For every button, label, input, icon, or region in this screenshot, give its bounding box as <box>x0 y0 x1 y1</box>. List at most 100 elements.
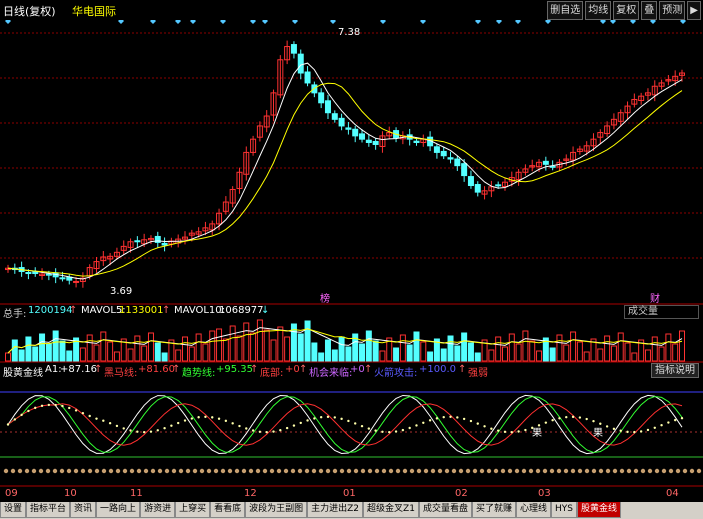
expand-icon[interactable]: ▶ <box>687 1 701 20</box>
bottom-signal-dot <box>619 468 625 474</box>
dotted-line-point <box>578 416 582 419</box>
remove-watchlist-button[interactable]: 删自选 <box>547 1 584 20</box>
volume-bar <box>154 342 161 362</box>
tab-golden-cross-z1[interactable]: 超级金叉Z1 <box>363 502 419 518</box>
volume-header: 总手: 1200194 ↑ MAVOL5: 1133001 ↑ MAVOL10:… <box>0 304 703 320</box>
volume-bar <box>665 333 672 362</box>
tab-golden-line[interactable]: 股黄金线 <box>576 502 621 518</box>
moving-average-button[interactable]: 均线 <box>585 1 612 20</box>
dotted-line-point <box>612 427 616 431</box>
dotted-line-point <box>47 403 51 407</box>
dotted-line-point <box>544 421 548 424</box>
dotted-line-point <box>483 425 486 428</box>
dotted-line-point <box>592 419 595 423</box>
dotted-line-point <box>673 418 677 422</box>
bottom-signal-dot <box>584 468 590 474</box>
tab-psychology-line[interactable]: 心理线 <box>515 502 551 518</box>
bottom-signal-dot <box>52 468 58 474</box>
attack-value: +100.0 <box>419 364 457 375</box>
bottom-signal-dot <box>493 468 499 474</box>
event-diamond-icon <box>150 20 156 24</box>
event-diamond-icon <box>610 20 616 24</box>
tab-hys[interactable]: HYS <box>550 502 577 518</box>
bottom-signal-dot <box>318 468 324 474</box>
bottom-signal-dot <box>115 468 121 474</box>
dotted-line-point <box>633 430 636 434</box>
up-arrow-icon: ↑ <box>458 364 467 375</box>
volume-bar <box>406 344 413 362</box>
bottom-signal-dot <box>45 468 51 474</box>
tab-see-bottom[interactable]: 看看底 <box>210 502 246 518</box>
volume-bar <box>311 342 318 362</box>
dotted-line-point <box>115 424 119 428</box>
indicator-name: 股黄金线 <box>3 368 43 379</box>
tab-all-the-way-up[interactable]: 一路向上 <box>96 502 141 518</box>
indicator-help-button[interactable]: 指标说明 <box>651 363 699 378</box>
dotted-line-point <box>272 430 275 433</box>
dotted-line-point <box>401 428 405 432</box>
dotted-line-point <box>408 426 411 430</box>
overlay-button[interactable]: 叠 <box>641 1 658 20</box>
tab-volume-view[interactable]: 成交量看盘 <box>418 502 472 518</box>
candle-body <box>549 165 556 168</box>
volume-bar <box>379 350 386 362</box>
bottom-signal-dot <box>129 468 135 474</box>
candle-body <box>304 71 311 84</box>
dotted-line-point <box>667 421 670 424</box>
bottom-signal-dot <box>360 468 366 474</box>
volume-bar <box>127 348 134 362</box>
tab-indicator-platform[interactable]: 指标平台 <box>26 502 71 518</box>
dotted-line-point <box>6 423 10 426</box>
dotted-line-point <box>177 421 180 425</box>
dotted-line-point <box>646 428 650 432</box>
bottom-signal-dot <box>500 468 506 474</box>
guo-label: 果 <box>593 427 603 439</box>
event-diamond-icon <box>680 20 686 24</box>
tab-settings[interactable]: 设置 <box>0 502 27 518</box>
bottom-signal-dot <box>178 468 184 474</box>
bottom-signal-dot <box>395 468 401 474</box>
tab-news[interactable]: 资讯 <box>70 502 97 518</box>
volume-bar <box>522 330 529 362</box>
adjust-button[interactable]: 复权 <box>613 1 640 20</box>
volume-bar <box>222 338 229 362</box>
bottom-signal-dot <box>675 468 681 474</box>
dotted-line-point <box>524 428 527 432</box>
bottom-signal-dot <box>612 468 618 474</box>
volume-bar <box>331 349 338 362</box>
tab-hot-money-in[interactable]: 游资进 <box>140 502 176 518</box>
bottom-signal-dot <box>325 468 331 474</box>
dotted-line-point <box>340 417 343 421</box>
tab-main-flow-z2[interactable]: 主力进出Z2 <box>307 502 364 518</box>
dotted-line-point <box>619 429 622 432</box>
tab-cross-up-buy[interactable]: 上穿买 <box>175 502 211 518</box>
main-chart[interactable]: 7.38 3.69 榜 财 果果 <box>0 20 703 487</box>
bottom-signal-dot <box>577 468 583 474</box>
forecast-button[interactable]: 预测 <box>659 1 686 20</box>
candle-body <box>447 157 454 160</box>
bottom-value: +0 <box>285 364 300 375</box>
candle-body <box>290 44 297 54</box>
tab-band-king[interactable]: 波段为王副图 <box>245 502 308 518</box>
total-volume-label: 总手: <box>3 309 27 320</box>
volume-bar <box>549 347 556 362</box>
bottom-signal-dot <box>276 468 282 474</box>
bottom-signal-dot <box>101 468 107 474</box>
tab-buy-and-win[interactable]: 买了就赚 <box>471 502 516 518</box>
bottom-signal-dot <box>339 468 345 474</box>
volume-bar <box>644 349 651 362</box>
dotted-line-point <box>456 416 459 419</box>
month-label: 02 <box>455 488 468 499</box>
candle-body <box>542 160 549 165</box>
bottom-signal-dot <box>479 468 485 474</box>
event-diamond-icon <box>496 20 502 24</box>
volume-bar <box>86 334 93 362</box>
bottom-signal-dot <box>10 468 16 474</box>
volume-indicator-select[interactable]: 成交量 <box>624 305 699 319</box>
bottom-signal-dot <box>283 468 289 474</box>
volume-bar <box>229 325 236 362</box>
volume-bar <box>324 339 331 362</box>
trend-label: 趋势线: <box>182 368 216 379</box>
bottom-signal-dot <box>297 468 303 474</box>
dotted-line-point <box>27 409 30 413</box>
